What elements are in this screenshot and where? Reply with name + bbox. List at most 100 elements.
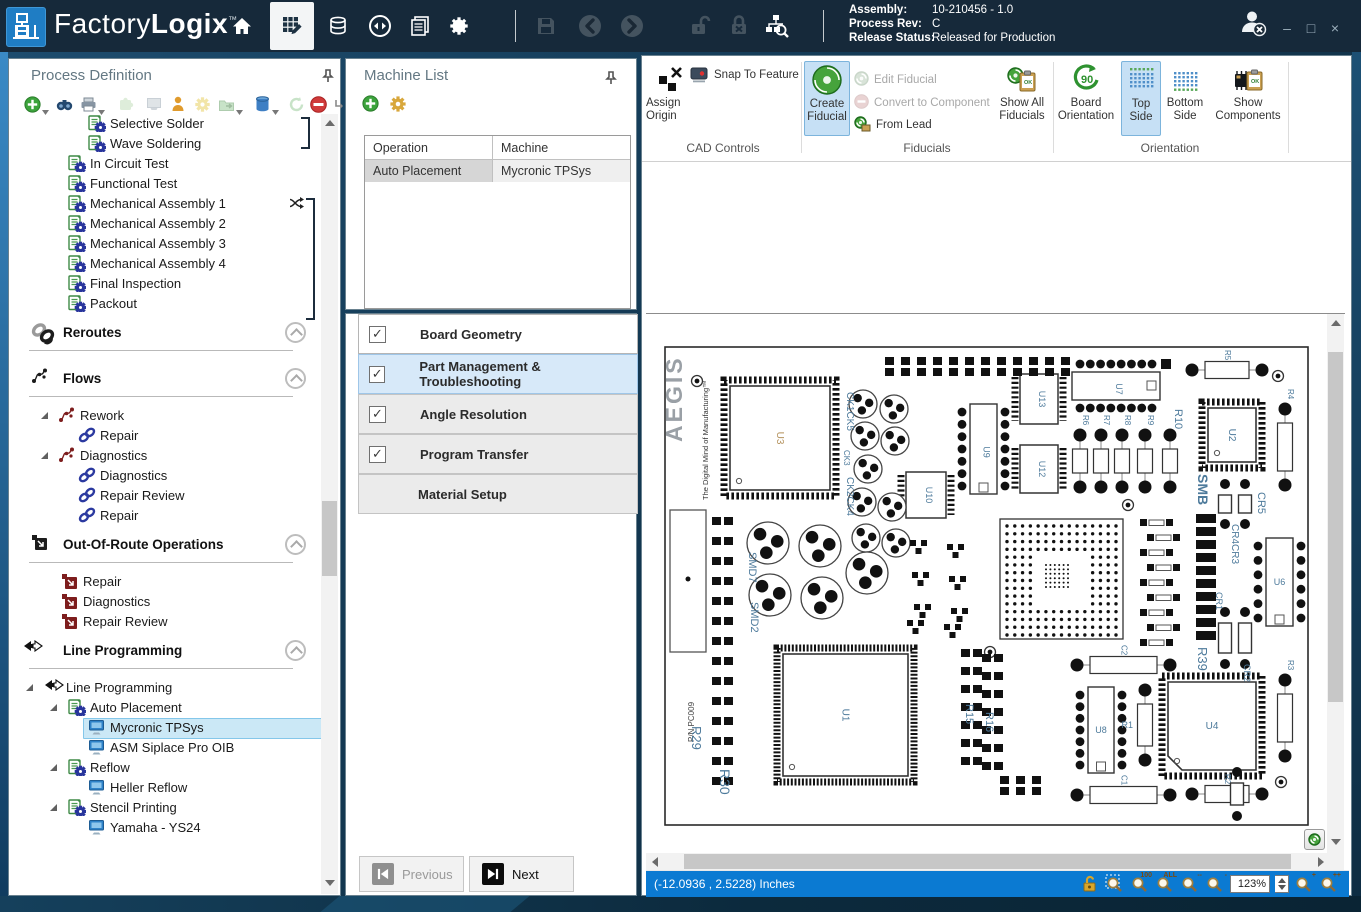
scroll-up-arrow[interactable]	[1331, 320, 1341, 326]
section-header-out-of-route-operations[interactable]: Out-Of-Route Operations	[9, 534, 319, 558]
tree-item-diagnostics[interactable]: Diagnostics	[9, 466, 319, 486]
zoom-in-icon[interactable]: +	[1294, 874, 1314, 894]
print-icon[interactable]	[79, 95, 97, 113]
step-program-transfer[interactable]: ✓Program Transfer	[358, 434, 638, 474]
tree-item-mechanical-assembly-4[interactable]: Mechanical Assembly 4	[9, 254, 319, 274]
process-search-icon[interactable]	[758, 8, 794, 44]
table-row[interactable]: Auto PlacementMycronic TPSys	[365, 160, 630, 182]
step-checkbox[interactable]: ✓	[369, 446, 386, 463]
column-header[interactable]: Operation	[365, 141, 492, 155]
scroll-thumb[interactable]	[322, 501, 337, 576]
scroll-down-arrow[interactable]	[1331, 839, 1341, 845]
zoom-out-icon[interactable]: -	[1205, 874, 1225, 894]
show-components-button[interactable]: OKShow Components	[1210, 61, 1286, 136]
tree-item-mechanical-assembly-1[interactable]: Mechanical Assembly 1	[9, 194, 319, 214]
zoom-spinner[interactable]	[1275, 875, 1289, 893]
collapse-section-icon[interactable]	[285, 368, 306, 389]
pan-lock-icon[interactable]	[1080, 874, 1100, 894]
step-material-setup[interactable]: Material Setup	[358, 474, 638, 514]
section-header-reroutes[interactable]: Reroutes	[9, 322, 319, 346]
scroll-up-arrow[interactable]	[325, 120, 335, 126]
next-button[interactable]: Next	[469, 856, 574, 892]
show-all-fiducials-button[interactable]: OKShow All Fiducials	[994, 61, 1050, 136]
tree-item-mechanical-assembly-3[interactable]: Mechanical Assembly 3	[9, 234, 319, 254]
board-orientation-button[interactable]: 90Board Orientation	[1055, 61, 1117, 136]
tree-item-stencil-printing[interactable]: Stencil Printing	[9, 798, 319, 818]
tree-expander[interactable]	[50, 704, 57, 711]
tree-item-repair-review[interactable]: Repair Review	[9, 486, 319, 506]
create-fiducial-button[interactable]: Create Fiducial	[804, 61, 850, 136]
scroll-left-arrow[interactable]	[652, 857, 658, 867]
step-checkbox[interactable]: ✓	[369, 366, 385, 383]
pin-icon[interactable]	[321, 69, 335, 88]
canvas-hscrollbar[interactable]	[646, 853, 1344, 870]
step-part-management-troubleshooting[interactable]: ✓Part Management & Troubleshooting	[358, 354, 638, 394]
assign-origin-button[interactable]: Assign Origin	[646, 61, 692, 136]
from-lead-button[interactable]: From Lead	[854, 115, 932, 135]
close-button[interactable]: ×	[1324, 20, 1346, 36]
tree-expander[interactable]	[26, 684, 33, 691]
snap-to-feature-button[interactable]: Snap To Feature	[690, 65, 799, 85]
notify-icon[interactable]	[169, 95, 187, 113]
pin-icon[interactable]	[604, 71, 618, 90]
zoom-out-2x-icon[interactable]: --	[1180, 874, 1200, 894]
step-board-geometry[interactable]: ✓Board Geometry	[358, 314, 638, 354]
database-icon[interactable]	[253, 95, 271, 113]
tree-item-selective-solder[interactable]: Selective Solder	[9, 114, 319, 134]
user-session-icon[interactable]	[1238, 8, 1268, 43]
tree-item-wave-soldering[interactable]: Wave Soldering	[9, 134, 319, 154]
machine-settings-icon[interactable]	[389, 95, 407, 118]
fiducial-quick-button[interactable]	[1304, 829, 1325, 850]
transfer-icon[interactable]	[362, 8, 398, 44]
zoom-value-input[interactable]: 123%	[1230, 875, 1270, 893]
step-checkbox[interactable]: ✓	[369, 326, 386, 343]
add-machine-icon[interactable]	[362, 95, 379, 118]
step-angle-resolution[interactable]: ✓Angle Resolution	[358, 394, 638, 434]
documents-icon[interactable]	[402, 8, 438, 44]
tree-item-repair[interactable]: Repair	[9, 572, 319, 592]
settings-icon[interactable]	[441, 8, 477, 44]
tree-item-repair-review[interactable]: Repair Review	[9, 612, 319, 632]
tree-item-functional-test[interactable]: Functional Test	[9, 174, 319, 194]
tree-item-heller-reflow[interactable]: Heller Reflow	[9, 778, 319, 798]
tree-item-reflow[interactable]: Reflow	[9, 758, 319, 778]
zoom-all-icon[interactable]: ALL	[1155, 874, 1175, 894]
bottom-side-button[interactable]: Bottom Side	[1163, 61, 1207, 136]
home-icon[interactable]	[224, 8, 260, 44]
tree-item-asm-siplace-pro-oib[interactable]: ASM Siplace Pro OIB	[9, 738, 319, 758]
collapse-section-icon[interactable]	[285, 322, 306, 343]
search-icon[interactable]	[55, 95, 73, 113]
tree-item-rework[interactable]: Rework	[9, 406, 319, 426]
appgrid-icon[interactable]	[270, 2, 314, 50]
tree-item-mycronic-tpsys[interactable]: Mycronic TPSys	[9, 718, 319, 738]
tree-item-auto-placement[interactable]: Auto Placement	[9, 698, 319, 718]
tree-item-repair[interactable]: Repair	[9, 506, 319, 526]
zoom-window-icon[interactable]	[1105, 874, 1125, 894]
section-header-line-programming[interactable]: Line Programming	[9, 640, 319, 664]
scroll-right-arrow[interactable]	[1318, 857, 1324, 867]
tree-item-final-inspection[interactable]: Final Inspection	[9, 274, 319, 294]
column-header[interactable]: Machine	[492, 136, 630, 159]
minimize-button[interactable]: –	[1276, 20, 1298, 36]
tree-item-mechanical-assembly-2[interactable]: Mechanical Assembly 2	[9, 214, 319, 234]
collapse-section-icon[interactable]	[285, 640, 306, 661]
stop-icon[interactable]	[309, 95, 327, 113]
section-header-flows[interactable]: Flows	[9, 368, 319, 392]
tree-scrollbar[interactable]	[321, 114, 338, 894]
tree-item-in-circuit-test[interactable]: In Circuit Test	[9, 154, 319, 174]
database-icon[interactable]	[320, 8, 356, 44]
scroll-thumb[interactable]	[1328, 352, 1343, 702]
top-side-button[interactable]: Top Side	[1121, 61, 1161, 136]
collapse-section-icon[interactable]	[285, 534, 306, 555]
tree-item-diagnostics[interactable]: Diagnostics	[9, 592, 319, 612]
tree-expander[interactable]	[41, 412, 48, 419]
canvas-vscrollbar[interactable]	[1327, 314, 1344, 853]
tree-expander[interactable]	[41, 452, 48, 459]
tree-item-line-programming[interactable]: Line Programming	[9, 678, 319, 698]
add-icon[interactable]	[23, 95, 41, 113]
zoom-100-icon[interactable]: 100	[1130, 874, 1150, 894]
tree-item-packout[interactable]: Packout	[9, 294, 319, 314]
tree-item-yamaha-ys24[interactable]: Yamaha - YS24	[9, 818, 319, 838]
machine-table[interactable]: OperationMachineAuto PlacementMycronic T…	[364, 135, 631, 309]
scroll-down-arrow[interactable]	[325, 880, 335, 886]
